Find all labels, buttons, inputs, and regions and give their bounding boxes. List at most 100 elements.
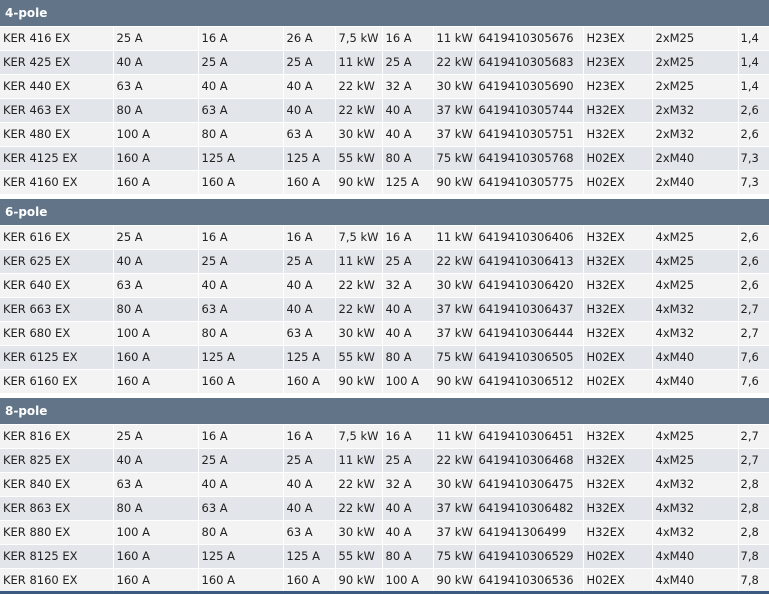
table-cell: 40 A <box>382 520 434 545</box>
table-cell: 6419410306512 <box>475 369 584 394</box>
table-row: KER 6160 EX 160 A 160 A 160 A 90 kW 100 A 90 k… <box>0 369 769 394</box>
table-cell: 40 A <box>113 448 199 473</box>
table-cell: 16 A <box>283 225 336 250</box>
table-cell: 63 A <box>113 472 199 497</box>
table-cell: 1,4 <box>738 74 769 99</box>
table-cell: KER 663 EX <box>0 297 114 322</box>
table-cell: KER 463 EX <box>0 98 114 123</box>
table-cell: 2,6 <box>738 98 769 123</box>
table-cell: 32 A <box>382 273 434 298</box>
table-body: 4-pole KER 416 EX 25 A 16 A 26 A 7,5 kW 16 A 11… <box>0 0 769 593</box>
table-row: KER 4160 EX 160 A 160 A 160 A 90 kW 125 A 90 k… <box>0 170 769 195</box>
table-cell: 40 A <box>382 321 434 346</box>
table-cell: 125 A <box>283 345 336 370</box>
table-cell: 80 A <box>382 146 434 171</box>
table-cell: 6419410305775 <box>475 170 584 195</box>
table-cell: KER 680 EX <box>0 321 114 346</box>
table-cell: 30 kW <box>433 74 476 99</box>
table-cell: 2xM25 <box>652 26 739 51</box>
table-cell: 4xM25 <box>652 273 739 298</box>
table-row: KER 863 EX 80 A 63 A 40 A 22 kW 40 A 37 kW 6419… <box>0 496 769 521</box>
table-row: KER 425 EX 40 A 25 A 25 A 11 kW 25 A 22 kW 6419… <box>0 50 769 75</box>
table-cell: 125 A <box>198 146 284 171</box>
table-cell: H23EX <box>583 26 653 51</box>
table-cell: KER 440 EX <box>0 74 114 99</box>
table-cell: 80 A <box>198 321 284 346</box>
table-cell: 11 kW <box>433 26 476 51</box>
table-cell: 25 A <box>382 448 434 473</box>
table-cell: 7,3 <box>738 146 769 171</box>
table-cell: 160 A <box>113 345 199 370</box>
table-cell: 160 A <box>113 544 199 569</box>
table-cell: 90 kW <box>335 170 383 195</box>
table-cell: 90 kW <box>433 568 476 593</box>
table-cell: 22 kW <box>335 98 383 123</box>
table-cell: H32EX <box>583 448 653 473</box>
table-cell: 30 kW <box>335 520 383 545</box>
table-cell: H32EX <box>583 249 653 274</box>
table-cell: KER 880 EX <box>0 520 114 545</box>
table-cell: 25 A <box>113 225 199 250</box>
table-cell: 100 A <box>382 369 434 394</box>
table-cell: 1,4 <box>738 26 769 51</box>
table-cell: 63 A <box>283 520 336 545</box>
table-cell: 80 A <box>113 98 199 123</box>
table-cell: H32EX <box>583 273 653 298</box>
table-cell: 25 A <box>283 50 336 75</box>
table-cell: 63 A <box>198 98 284 123</box>
table-cell: KER 625 EX <box>0 249 114 274</box>
table-cell: KER 8160 EX <box>0 568 114 593</box>
table-row: KER 825 EX 40 A 25 A 25 A 11 kW 25 A 22 kW 6419… <box>0 448 769 473</box>
table-cell: KER 480 EX <box>0 122 114 147</box>
table-cell: 30 kW <box>433 273 476 298</box>
table-cell: KER 863 EX <box>0 496 114 521</box>
table-cell: 7,8 <box>738 568 769 593</box>
table-cell: 2,7 <box>738 297 769 322</box>
table-cell: 22 kW <box>433 448 476 473</box>
table-row: KER 680 EX 100 A 80 A 63 A 30 kW 40 A 37 kW 641… <box>0 321 769 346</box>
table-cell: 6419410306468 <box>475 448 584 473</box>
group-title: 4-pole <box>0 0 769 27</box>
table-cell: 2,8 <box>738 520 769 545</box>
table-cell: 22 kW <box>433 249 476 274</box>
table-cell: 37 kW <box>433 520 476 545</box>
table-cell: H32EX <box>583 424 653 449</box>
table-cell: 160 A <box>283 568 336 593</box>
table-cell: 7,5 kW <box>335 26 383 51</box>
table-cell: KER 616 EX <box>0 225 114 250</box>
table-cell: KER 6125 EX <box>0 345 114 370</box>
table-cell: H02EX <box>583 345 653 370</box>
table-cell: 16 A <box>382 424 434 449</box>
table-cell: 6419410306420 <box>475 273 584 298</box>
table-cell: 4xM25 <box>652 424 739 449</box>
table-cell: 2,6 <box>738 225 769 250</box>
table-cell: H02EX <box>583 369 653 394</box>
table-cell: 6419410306437 <box>475 297 584 322</box>
table-cell: 2,8 <box>738 496 769 521</box>
table-cell: 80 A <box>113 496 199 521</box>
table-cell: 6419410306413 <box>475 249 584 274</box>
table-cell: 90 kW <box>433 170 476 195</box>
group-title: 8-pole <box>0 398 769 425</box>
table-cell: 30 kW <box>335 321 383 346</box>
table-cell: 16 A <box>198 26 284 51</box>
table-cell: 6419410305683 <box>475 50 584 75</box>
table-cell: 16 A <box>382 225 434 250</box>
table-cell: 37 kW <box>433 496 476 521</box>
table-cell: H02EX <box>583 170 653 195</box>
table-cell: H32EX <box>583 496 653 521</box>
table-cell: 25 A <box>382 249 434 274</box>
table-cell: 25 A <box>283 249 336 274</box>
table-cell: 4xM32 <box>652 520 739 545</box>
table-cell: 40 A <box>283 273 336 298</box>
table-cell: 40 A <box>283 496 336 521</box>
table-cell: 80 A <box>198 122 284 147</box>
table-cell: 25 A <box>382 50 434 75</box>
table-cell: H32EX <box>583 520 653 545</box>
table-cell: KER 4160 EX <box>0 170 114 195</box>
table-cell: 40 A <box>113 249 199 274</box>
table-cell: H32EX <box>583 122 653 147</box>
table-cell: 40 A <box>198 472 284 497</box>
table-cell: H32EX <box>583 321 653 346</box>
table-cell: 26 A <box>283 26 336 51</box>
